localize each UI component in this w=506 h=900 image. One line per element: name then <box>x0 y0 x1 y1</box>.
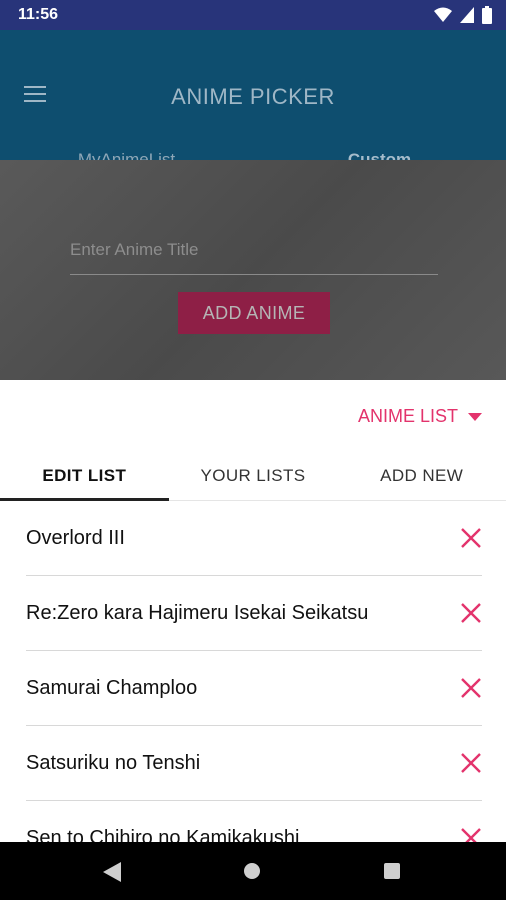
battery-icon <box>482 6 492 24</box>
list-item: Samurai Champloo <box>0 651 506 726</box>
app-title: ANIME PICKER <box>171 84 335 109</box>
tab-add-new[interactable]: ADD NEW <box>337 458 506 500</box>
tab-edit-list[interactable]: EDIT LIST <box>0 458 169 501</box>
chevron-down-icon <box>468 412 482 421</box>
anime-name: Re:Zero kara Hajimeru Isekai Seikatsu <box>26 602 369 624</box>
status-bar: 11:56 <box>0 0 506 30</box>
add-anime-button[interactable]: ADD ANIME <box>178 292 330 334</box>
back-icon[interactable] <box>103 862 121 882</box>
wifi-icon <box>434 7 452 22</box>
anime-list-dropdown[interactable]: ANIME LIST <box>358 406 482 427</box>
anime-list-sheet: ANIME LIST EDIT LIST YOUR LISTS ADD NEW … <box>0 380 506 849</box>
list-item: Satsuriku no Tenshi <box>0 726 506 801</box>
app-bar: ANIME PICKER MyAnimeList Custom <box>0 30 506 190</box>
signal-icon <box>460 7 474 23</box>
anime-name: Satsuriku no Tenshi <box>26 752 201 774</box>
status-icons <box>434 6 492 24</box>
tab-label: YOUR LISTS <box>200 466 306 485</box>
anime-name: Overlord III <box>26 527 125 549</box>
close-icon[interactable] <box>460 752 482 774</box>
status-time: 11:56 <box>18 6 59 23</box>
list-item: Re:Zero kara Hajimeru Isekai Seikatsu <box>0 576 506 651</box>
close-icon[interactable] <box>460 527 482 549</box>
sheet-tabs: EDIT LIST YOUR LISTS ADD NEW <box>0 458 506 501</box>
anime-name: Samurai Champloo <box>26 677 198 699</box>
close-icon[interactable] <box>460 677 482 699</box>
tab-label: EDIT LIST <box>42 466 127 485</box>
home-icon[interactable] <box>244 863 260 879</box>
list-item: Overlord III <box>0 501 506 576</box>
tab-label: ADD NEW <box>380 466 464 485</box>
recents-icon[interactable] <box>384 863 400 879</box>
anime-list: Overlord III Re:Zero kara Hajimeru Iseka… <box>0 501 506 876</box>
anime-title-input[interactable]: Enter Anime Title <box>70 236 438 275</box>
dropdown-label: ANIME LIST <box>357 406 458 426</box>
tab-your-lists[interactable]: YOUR LISTS <box>169 458 338 500</box>
custom-form-area: Enter Anime Title ADD ANIME <box>0 160 506 380</box>
system-nav-bar <box>0 842 506 900</box>
close-icon[interactable] <box>460 602 482 624</box>
